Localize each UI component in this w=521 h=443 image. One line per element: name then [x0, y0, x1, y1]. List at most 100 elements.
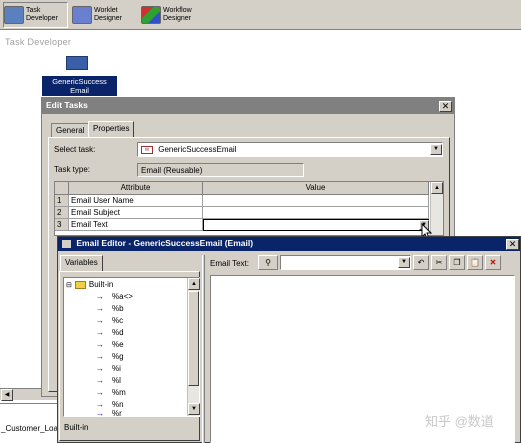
scroll-left-icon[interactable]: ◀ [1, 389, 13, 401]
task-developer-label: Task Developer [26, 7, 58, 22]
tree-item-label: %n [112, 400, 124, 409]
undo-icon[interactable]: ↶ [413, 255, 429, 270]
tree-item-label: %d [112, 328, 124, 337]
email-text-chevron-down-icon[interactable]: ▼ [398, 257, 410, 268]
tree-item[interactable]: → %i [96, 364, 121, 373]
variables-tree[interactable]: ⊟ Built-in → %a<> → %b → %c → %d → %e → %g → %i… [63, 277, 200, 417]
grid-corner [55, 182, 69, 195]
email-task-icon[interactable] [66, 56, 88, 70]
tree-item[interactable]: → %g [96, 352, 124, 361]
tab-properties[interactable]: Properties [88, 121, 135, 138]
email-editor-title-bar: Email Editor - GenericSuccessEmail (Emai… [58, 237, 520, 251]
bottom-tab-label: Built-in [64, 423, 89, 432]
watermark-text: 知乎 @数道 [425, 414, 494, 429]
tree-item[interactable]: → %m [96, 388, 126, 397]
value-cell[interactable] [203, 195, 429, 207]
value-cell[interactable] [203, 207, 429, 219]
tree-scroll-thumb[interactable] [188, 291, 199, 386]
scroll-up-icon[interactable]: ▲ [431, 182, 443, 194]
tree-item[interactable]: → %b [96, 304, 124, 313]
tree-item-label: %m [112, 388, 126, 397]
find-binoculars-icon[interactable]: ⚲ [258, 255, 278, 270]
email-text-value-cell[interactable] [203, 219, 429, 231]
scroll-up-icon[interactable]: ▲ [188, 278, 200, 290]
cut-icon[interactable]: ✂ [431, 255, 447, 270]
tree-root-label: Built-in [88, 280, 114, 289]
workflow-designer-label: Workflow Designer [163, 7, 192, 22]
email-editor-window-icon [62, 239, 71, 248]
worklet-designer-icon [72, 6, 92, 24]
task-node-label[interactable]: GenericSuccess Email [42, 76, 117, 96]
arrow-right-icon: → [96, 376, 104, 385]
arrow-right-icon: → [96, 328, 104, 337]
navigator-panel [0, 403, 57, 443]
tree-root[interactable]: ⊟ Built-in [66, 280, 113, 289]
attribute-cell: Email Subject [69, 207, 203, 219]
row-number: 3 [55, 219, 69, 231]
email-text-dropdown[interactable] [280, 255, 411, 270]
tree-item-label: %c [112, 316, 124, 325]
tree-item[interactable]: → %d [96, 328, 124, 337]
tree-item-label: %g [112, 352, 124, 361]
task-type-label: Task type: [54, 165, 91, 174]
email-editor-title: Email Editor - GenericSuccessEmail (Emai… [76, 238, 254, 248]
tree-item-label: %a<> [112, 292, 133, 301]
select-task-value: GenericSuccessEmail [158, 145, 237, 154]
row-number: 2 [55, 207, 69, 219]
tab-variables[interactable]: Variables [60, 255, 103, 272]
workflow-designer-icon [141, 6, 161, 24]
paste-icon[interactable]: 📋 [467, 255, 483, 270]
row-number: 1 [55, 195, 69, 207]
arrow-right-icon: → [96, 304, 104, 313]
tree-item[interactable]: → %c [96, 316, 123, 325]
collapse-icon[interactable]: ⊟ [66, 281, 72, 289]
tree-vscroll[interactable]: ▲ ▼ [187, 278, 200, 416]
tree-item-label: %i [112, 364, 121, 373]
tree-item[interactable]: → %e [96, 340, 124, 349]
copy-icon[interactable]: ❐ [449, 255, 465, 270]
arrow-right-icon: → [96, 364, 104, 373]
value-column-header[interactable]: Value [203, 182, 429, 195]
tree-item-label: %b [112, 304, 124, 313]
arrow-right-icon: → [96, 400, 104, 409]
tree-item[interactable]: → %r [96, 410, 122, 417]
worklet-designer-label: Worklet Designer [94, 7, 123, 22]
bottom-left-label: _Customer_Loa [1, 424, 58, 433]
tree-item[interactable]: → %n [96, 400, 124, 409]
attribute-column-header[interactable]: Attribute [69, 182, 203, 195]
tab-general[interactable]: General [51, 123, 90, 138]
panel-splitter[interactable] [202, 255, 205, 443]
task-developer-button[interactable]: Task Developer [3, 2, 68, 28]
edit-tasks-close-button[interactable]: ✕ [439, 101, 452, 112]
tree-item[interactable]: → %l [96, 376, 121, 385]
select-task-label: Select task: [54, 145, 96, 154]
arrow-right-icon: → [96, 292, 104, 301]
workspace-title: Task Developer [5, 37, 72, 47]
email-task-type-icon: ✉ [141, 145, 153, 154]
attribute-cell: Email User Name [69, 195, 203, 207]
email-editor-close-button[interactable]: ✕ [506, 239, 519, 250]
select-task-dropdown[interactable]: ✉ GenericSuccessEmail [137, 142, 443, 157]
designer-toolbar: Task Developer Worklet Designer Workflow… [0, 0, 521, 30]
arrow-right-icon: → [96, 388, 104, 397]
email-text-label: Email Text: [210, 259, 249, 268]
tree-item-label: %l [112, 376, 121, 385]
task-type-field: Email (Reusable) [137, 163, 304, 177]
tree-item-label: %r [112, 410, 122, 417]
select-task-chevron-down-icon[interactable]: ▼ [430, 144, 442, 155]
tree-item-label: %e [112, 340, 124, 349]
task-developer-icon [4, 6, 24, 24]
worklet-designer-button[interactable]: Worklet Designer [72, 2, 137, 28]
attributes-grid: Attribute Value 1 Email User Name 2 Emai… [54, 181, 444, 236]
arrow-right-icon: → [96, 340, 104, 349]
tree-item[interactable]: → %a<> [96, 292, 133, 301]
arrow-right-icon: → [96, 316, 104, 325]
attribute-cell: Email Text [69, 219, 203, 231]
workflow-designer-button[interactable]: Workflow Designer [141, 2, 211, 28]
delete-icon[interactable]: ✕ [485, 255, 501, 270]
task-type-value: Email (Reusable) [141, 166, 203, 175]
scroll-down-icon[interactable]: ▼ [188, 403, 200, 415]
folder-icon [74, 280, 86, 289]
edit-tasks-title-bar: Edit Tasks [42, 98, 454, 114]
edit-tasks-title: Edit Tasks [46, 100, 88, 110]
